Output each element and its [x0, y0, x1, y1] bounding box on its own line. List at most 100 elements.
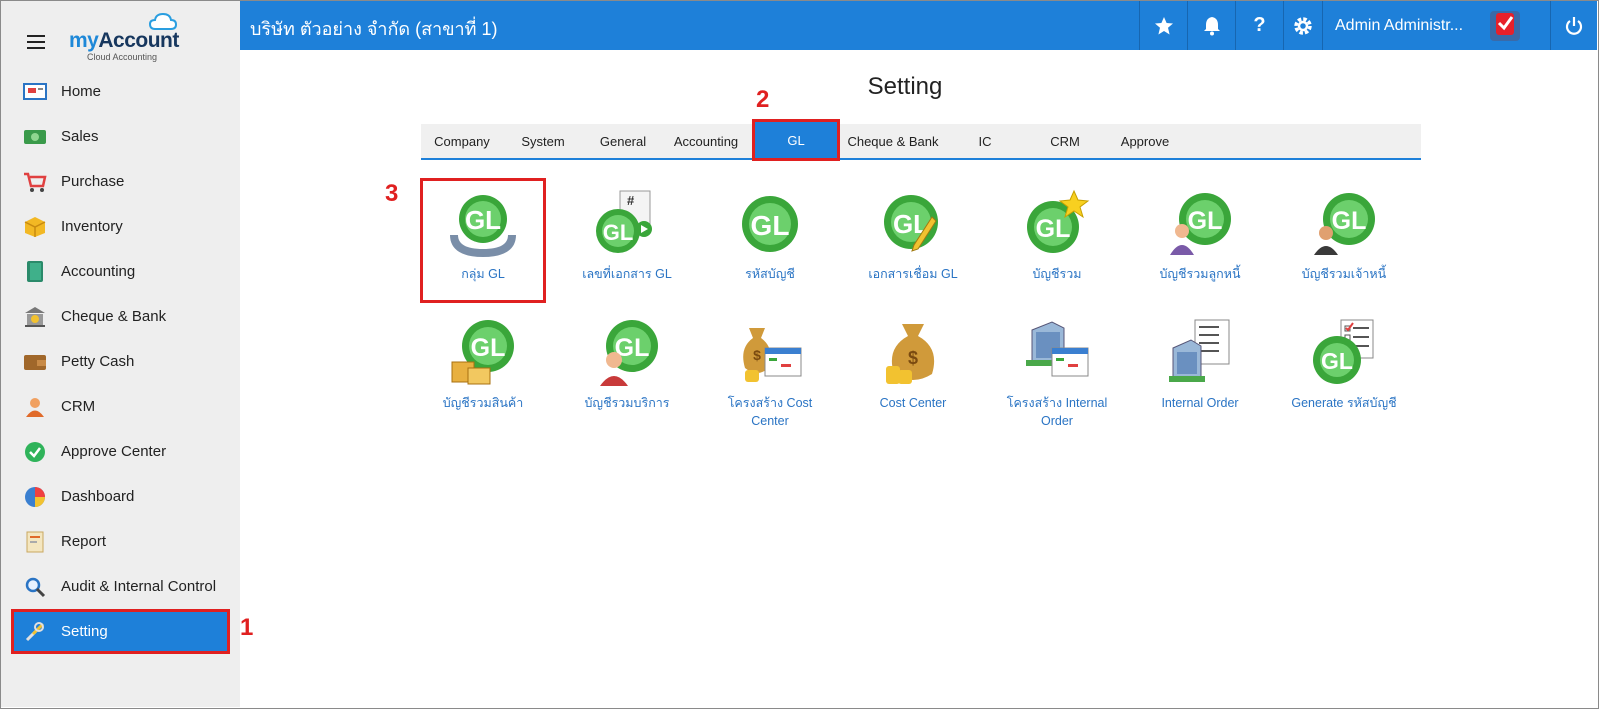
- svg-text:$: $: [908, 348, 918, 368]
- tab-cheque-bank[interactable]: Cheque & Bank: [841, 124, 945, 158]
- sidebar-item-label: Home: [61, 83, 102, 100]
- tile-label: บัญชีรวมลูกหนี้: [1159, 267, 1241, 281]
- book-icon: [23, 260, 47, 284]
- star-icon[interactable]: [1139, 1, 1187, 50]
- top-bar: บริษัท ตัวอย่าง จำกัด (สาขาที่ 1) ? Admi…: [240, 1, 1597, 50]
- user-name: Admin Administr...: [1335, 16, 1464, 34]
- tile-internal-order-structure[interactable]: โครงสร้าง Internal Order: [997, 318, 1117, 430]
- sidebar-item-accounting[interactable]: Accounting: [1, 249, 240, 294]
- tile-gl-docnumber[interactable]: # GL เลขที่เอกสาร GL: [567, 189, 687, 283]
- bell-icon[interactable]: [1187, 1, 1235, 50]
- tile-label: โครงสร้าง Internal Order: [1006, 396, 1108, 428]
- sidebar-menu: Home Sales Purchase Inventory Accounting…: [1, 69, 240, 654]
- annotation-1: 1: [240, 614, 254, 641]
- pie-icon: [23, 485, 47, 509]
- svg-text:GL: GL: [465, 205, 501, 235]
- tile-label: รหัสบัญชี: [745, 267, 795, 281]
- building-chart-icon: [1022, 318, 1092, 388]
- svg-text:GL: GL: [751, 210, 790, 241]
- money-bag-chart-icon: $: [735, 318, 805, 388]
- tab-system[interactable]: System: [503, 124, 583, 158]
- tile-label: เลขที่เอกสาร GL: [582, 267, 672, 281]
- gl-checklist-icon: GL: [1309, 318, 1379, 388]
- company-title[interactable]: บริษัท ตัวอย่าง จำกัด (สาขาที่ 1): [250, 14, 498, 43]
- sidebar: myAccount Cloud Accounting Home Sales Pu…: [1, 1, 240, 707]
- svg-text:GL: GL: [1321, 348, 1353, 374]
- sidebar-item-label: Audit & Internal Control: [61, 578, 217, 595]
- tile-gl-creditor[interactable]: GL บัญชีรวมเจ้าหนี้: [1284, 189, 1404, 283]
- tile-generate-account-code[interactable]: GL Generate รหัสบัญชี: [1284, 318, 1404, 412]
- tab-ic[interactable]: IC: [945, 124, 1025, 158]
- logo-area: myAccount Cloud Accounting: [1, 1, 240, 65]
- tile-label: Cost Center: [879, 396, 947, 410]
- sidebar-item-petty-cash[interactable]: Petty Cash: [1, 339, 240, 384]
- page-title: Setting: [867, 73, 943, 100]
- tile-label: โครงสร้าง Cost Center: [727, 396, 813, 428]
- magnifier-icon: [23, 575, 47, 599]
- sidebar-item-label: Approve Center: [61, 443, 167, 460]
- tab-crm[interactable]: CRM: [1025, 124, 1105, 158]
- report-icon: [23, 530, 47, 554]
- sidebar-item-label: Setting: [61, 623, 108, 640]
- tile-label: บัญชีรวมสินค้า: [442, 396, 524, 410]
- sidebar-item-audit[interactable]: Audit & Internal Control: [1, 564, 240, 609]
- tab-gl[interactable]: GL: [752, 119, 840, 161]
- sidebar-item-crm[interactable]: CRM: [1, 384, 240, 429]
- sidebar-item-label: CRM: [61, 398, 96, 415]
- sidebar-item-label: Report: [61, 533, 107, 550]
- sidebar-item-setting[interactable]: Setting: [11, 609, 230, 654]
- sidebar-item-label: Inventory: [61, 218, 123, 235]
- sidebar-item-approve-center[interactable]: Approve Center: [1, 429, 240, 474]
- tile-gl-debtor[interactable]: GL บัญชีรวมลูกหนี้: [1140, 189, 1260, 283]
- settings-tabs: Company System General Accounting GL Che…: [421, 119, 1421, 161]
- sidebar-item-dashboard[interactable]: Dashboard: [1, 474, 240, 519]
- power-icon[interactable]: [1550, 1, 1597, 50]
- sidebar-item-home[interactable]: Home: [1, 69, 240, 114]
- tab-accounting[interactable]: Accounting: [663, 124, 749, 158]
- help-icon[interactable]: ?: [1235, 1, 1283, 50]
- building-list-icon: [1165, 318, 1235, 388]
- sidebar-item-sales[interactable]: Sales: [1, 114, 240, 159]
- sidebar-item-label: Accounting: [61, 263, 136, 280]
- gear-icon[interactable]: [1283, 1, 1322, 50]
- svg-text:GL: GL: [603, 220, 634, 245]
- tile-internal-order[interactable]: Internal Order: [1140, 318, 1260, 412]
- money-bag-icon: $: [878, 318, 948, 388]
- gl-group-icon: GL: [448, 189, 518, 259]
- tile-cost-center-structure[interactable]: $ โครงสร้าง Cost Center: [710, 318, 830, 430]
- tab-company[interactable]: Company: [421, 124, 503, 158]
- tile-gl-account-code[interactable]: GL รหัสบัญชี: [710, 189, 830, 283]
- sidebar-item-label: Sales: [61, 128, 99, 145]
- box-icon: [23, 215, 47, 239]
- tile-gl-goods[interactable]: GL บัญชีรวมสินค้า: [423, 318, 543, 412]
- gl-star-icon: GL: [1022, 189, 1092, 259]
- tab-general[interactable]: General: [583, 124, 663, 158]
- tile-gl-link-doc[interactable]: GL เอกสารเชื่อม GL: [853, 189, 973, 283]
- tile-gl-service[interactable]: GL บัญชีรวมบริการ: [567, 318, 687, 412]
- bank-icon: [23, 305, 47, 329]
- sidebar-item-inventory[interactable]: Inventory: [1, 204, 240, 249]
- sidebar-item-report[interactable]: Report: [1, 519, 240, 564]
- logo-subtitle: Cloud Accounting: [87, 52, 158, 62]
- annotation-3: 3: [385, 180, 399, 207]
- sidebar-item-purchase[interactable]: Purchase: [1, 159, 240, 204]
- tile-gl-star[interactable]: GL บัญชีรวม: [997, 189, 1117, 283]
- tile-label: Generate รหัสบัญชี: [1291, 396, 1397, 410]
- sidebar-item-label: Purchase: [61, 173, 125, 190]
- tile-cost-center[interactable]: $ Cost Center: [853, 318, 973, 412]
- sidebar-item-label: Cheque & Bank: [61, 308, 167, 325]
- hamburger-menu-icon[interactable]: [27, 35, 45, 49]
- sidebar-item-label: Dashboard: [61, 488, 135, 505]
- gl-link-doc-icon: GL: [878, 189, 948, 259]
- svg-text:GL: GL: [1188, 207, 1223, 235]
- user-menu[interactable]: Admin Administr...: [1322, 1, 1550, 50]
- tile-gl-group[interactable]: GL กลุ่ม GL: [420, 178, 546, 303]
- svg-text:GL: GL: [1332, 207, 1367, 235]
- tile-label: เอกสารเชื่อม GL: [868, 267, 958, 281]
- app-logo[interactable]: myAccount Cloud Accounting: [69, 13, 189, 63]
- logo-text: myAccount: [69, 29, 179, 52]
- sidebar-item-cheque-bank[interactable]: Cheque & Bank: [1, 294, 240, 339]
- tools-icon: [23, 620, 47, 644]
- tab-approve[interactable]: Approve: [1105, 124, 1185, 158]
- home-icon: [23, 80, 47, 104]
